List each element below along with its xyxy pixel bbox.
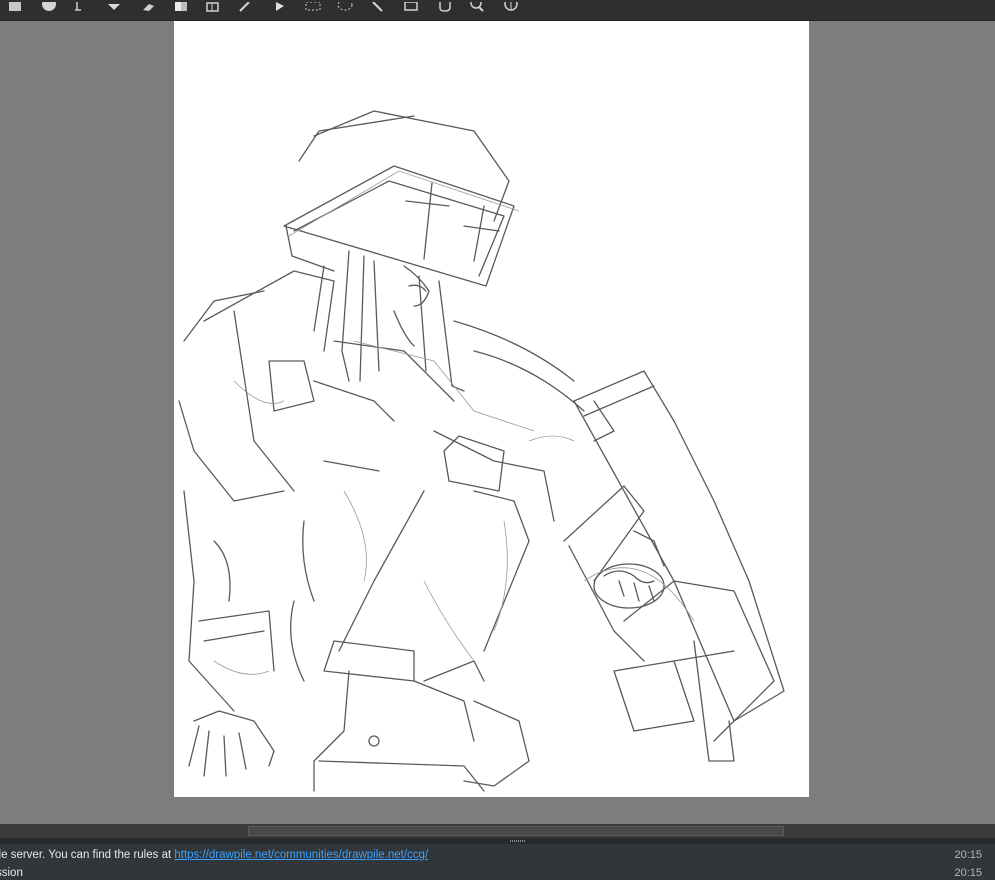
scrollbar-handle[interactable] <box>248 826 784 836</box>
chat-message: ile server. You can find the rules at ht… <box>0 844 995 862</box>
splitter-grip-icon[interactable] <box>510 840 526 842</box>
text-tool-icon[interactable] <box>70 0 92 12</box>
chat-message-text: ile server. You can find the rules at <box>0 849 175 861</box>
inspector-icon[interactable] <box>202 0 224 12</box>
chat-timestamp: 20:15 <box>954 867 982 879</box>
tool-toolbar <box>0 0 995 21</box>
sketch-artwork <box>178 110 785 792</box>
eraser-icon[interactable] <box>138 0 160 12</box>
zoom-icon[interactable] <box>466 0 488 12</box>
ellipse-icon[interactable] <box>38 0 60 12</box>
rect-select-icon[interactable] <box>302 0 324 12</box>
magic-wand-icon[interactable] <box>366 0 388 12</box>
gradient-icon[interactable] <box>170 0 192 12</box>
color-picker-icon[interactable] <box>234 0 256 12</box>
lasso-select-icon[interactable] <box>334 0 356 12</box>
chat-message-text: ssion <box>0 867 23 879</box>
drawing-canvas[interactable] <box>174 21 809 797</box>
hand-pan-icon[interactable] <box>434 0 456 12</box>
square-swatch-icon[interactable] <box>4 0 26 12</box>
horizontal-scrollbar[interactable] <box>0 824 995 838</box>
chat-panel: ile server. You can find the rules at ht… <box>0 844 995 880</box>
chat-rules-link[interactable]: https://drawpile.net/communities/drawpil… <box>174 849 428 861</box>
fill-bucket-icon[interactable] <box>104 0 126 12</box>
transform-icon[interactable] <box>400 0 422 12</box>
chat-timestamp: 20:15 <box>954 849 982 861</box>
canvas-viewport[interactable] <box>0 21 995 824</box>
move-arrow-icon[interactable] <box>268 0 290 12</box>
rotate-view-icon[interactable] <box>500 0 522 12</box>
chat-message: ssion 20:15 <box>0 862 995 880</box>
